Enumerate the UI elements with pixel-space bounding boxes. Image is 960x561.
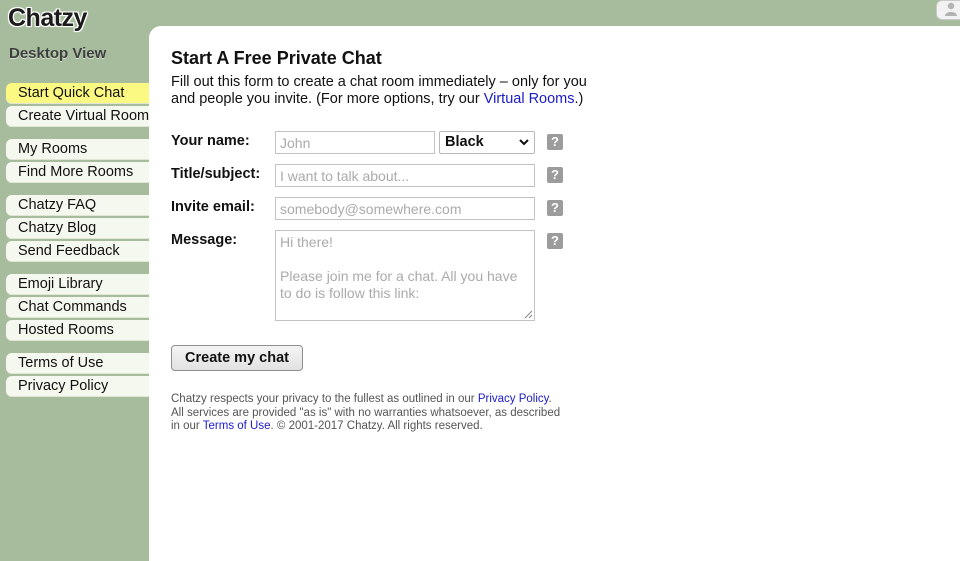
sidebar-item-privacy-policy[interactable]: Privacy Policy xyxy=(6,376,149,397)
nav-group-help: Chatzy FAQ Chatzy Blog Send Feedback xyxy=(6,195,149,262)
sidebar-item-terms-of-use[interactable]: Terms of Use xyxy=(6,353,149,374)
intro-text: Fill out this form to create a chat room… xyxy=(171,74,591,108)
intro-text-end: .) xyxy=(574,91,584,107)
chatzy-logo[interactable]: Chatzy xyxy=(8,4,87,33)
subject-label: Title/subject: xyxy=(171,166,261,182)
subject-input[interactable] xyxy=(275,164,535,187)
user-icon xyxy=(945,2,957,16)
main-panel: Start A Free Private Chat Fill out this … xyxy=(149,26,960,561)
nav-group-chat: Start Quick Chat Create Virtual Room xyxy=(6,83,149,127)
sidebar-item-chat-commands[interactable]: Chat Commands xyxy=(6,297,149,318)
sidebar-item-start-quick-chat[interactable]: Start Quick Chat xyxy=(6,83,149,104)
terms-of-use-link[interactable]: Terms of Use xyxy=(203,420,271,432)
page-title: Start A Free Private Chat xyxy=(171,48,382,68)
sidebar-item-chatzy-blog[interactable]: Chatzy Blog xyxy=(6,218,149,239)
message-textarea[interactable]: Hi there! Please join me for a chat. All… xyxy=(275,230,535,321)
name-help-icon[interactable]: ? xyxy=(547,134,563,150)
create-chat-button[interactable]: Create my chat xyxy=(171,345,303,371)
sidebar-item-chatzy-faq[interactable]: Chatzy FAQ xyxy=(6,195,149,216)
virtual-rooms-link[interactable]: Virtual Rooms xyxy=(484,91,575,107)
sidebar-item-create-virtual-room[interactable]: Create Virtual Room xyxy=(6,106,149,127)
sidebar-item-send-feedback[interactable]: Send Feedback xyxy=(6,241,149,262)
user-avatar[interactable] xyxy=(936,0,960,20)
subject-help-icon[interactable]: ? xyxy=(547,167,563,183)
name-input[interactable] xyxy=(275,131,435,154)
invite-email-input[interactable] xyxy=(275,197,535,220)
chevron-down-icon xyxy=(519,139,529,146)
privacy-notice: Chatzy respects your privacy to the full… xyxy=(171,393,561,434)
desktop-view-label: Desktop View xyxy=(9,45,107,62)
sidebar-item-my-rooms[interactable]: My Rooms xyxy=(6,139,149,160)
privacy-policy-link[interactable]: Privacy Policy xyxy=(478,393,549,405)
footer-text-3: . © 2001-2017 Chatzy. All rights reserve… xyxy=(270,420,483,432)
sidebar-item-find-more-rooms[interactable]: Find More Rooms xyxy=(6,162,149,183)
color-select[interactable]: Black xyxy=(439,131,535,154)
email-help-icon[interactable]: ? xyxy=(547,200,563,216)
message-help-icon[interactable]: ? xyxy=(547,233,563,249)
footer-text-1: Chatzy respects your privacy to the full… xyxy=(171,393,478,405)
sidebar-nav: Start Quick Chat Create Virtual Room My … xyxy=(6,83,149,409)
message-label: Message: xyxy=(171,232,238,248)
sidebar-item-hosted-rooms[interactable]: Hosted Rooms xyxy=(6,320,149,341)
email-label: Invite email: xyxy=(171,199,255,215)
nav-group-tools: Emoji Library Chat Commands Hosted Rooms xyxy=(6,274,149,341)
sidebar-item-emoji-library[interactable]: Emoji Library xyxy=(6,274,149,295)
nav-group-legal: Terms of Use Privacy Policy xyxy=(6,353,149,397)
resize-grip-icon[interactable] xyxy=(524,310,533,319)
nav-group-rooms: My Rooms Find More Rooms xyxy=(6,139,149,183)
color-select-value: Black xyxy=(445,134,484,150)
name-label: Your name: xyxy=(171,133,250,149)
